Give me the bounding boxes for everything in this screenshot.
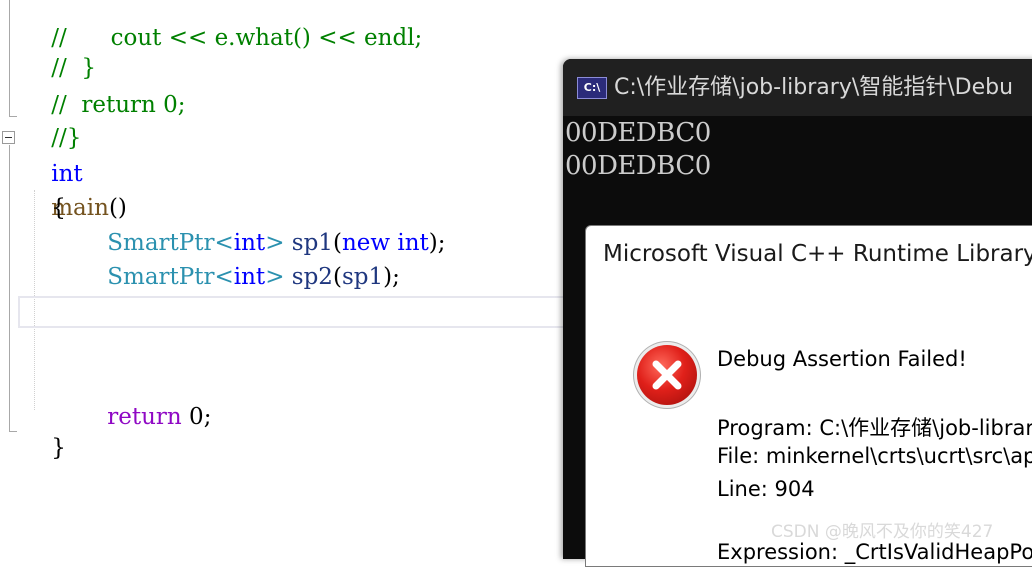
dialog-file-text: File: minkernel\crts\ucrt\src\ap: [717, 444, 1032, 468]
code-line[interactable]: //}: [22, 87, 81, 151]
code-line[interactable]: // return 0;: [22, 54, 185, 118]
keyword-token: int: [233, 264, 266, 290]
brace-token: }: [51, 435, 66, 461]
code-line[interactable]: SmartPtr<int> sp1(new int);: [78, 192, 445, 256]
code-line[interactable]: {: [22, 157, 66, 221]
punctuation-token: );: [428, 230, 446, 256]
variable-token: sp1: [341, 264, 384, 290]
punctuation-token: (: [332, 264, 342, 290]
dialog-program-text: Program: C:\作业存储\job-library: [717, 416, 1032, 440]
dialog-heading: Debug Assertion Failed!: [717, 347, 967, 371]
dialog-title: Microsoft Visual C++ Runtime Library: [603, 241, 1032, 267]
type-token: SmartPtr: [107, 264, 215, 290]
console-output-line: 00DEDBC0: [565, 151, 711, 181]
punctuation-token: );: [383, 264, 400, 290]
current-line-highlight: [18, 296, 578, 328]
code-line[interactable]: // }: [22, 17, 96, 81]
watermark-text: CSDN @晚风不及你的笑427: [771, 522, 994, 542]
punctuation-token: ;: [203, 404, 212, 430]
dialog-line-text: Line: 904: [717, 477, 815, 501]
outline-guide: [9, 0, 10, 116]
outline-guide-end: [9, 116, 17, 117]
error-icon: [637, 345, 697, 405]
comment-token: // cout << e.what() << endl;: [51, 25, 423, 51]
code-line[interactable]: int main(): [22, 123, 127, 221]
assertion-dialog[interactable]: Microsoft Visual C++ Runtime Library Deb…: [585, 225, 1032, 567]
console-title: C:\作业存储\job-library\智能指针\Debu: [614, 75, 1014, 100]
number-token: 0: [181, 404, 204, 430]
code-line[interactable]: }: [22, 397, 66, 461]
console-title-bar[interactable]: C:\ C:\作业存储\job-library\智能指针\Debu: [563, 59, 1032, 116]
keyword-token: int: [397, 230, 429, 256]
brace-token: {: [51, 195, 66, 221]
console-output-line: 00DEDBC0: [565, 118, 711, 148]
collapse-toggle-icon[interactable]: [2, 131, 15, 144]
dialog-expression-text: Expression: _CrtIsValidHeapPo: [717, 540, 1032, 564]
code-line[interactable]: return 0;: [78, 366, 211, 430]
variable-token: sp2: [291, 264, 333, 290]
console-app-icon: C:\: [577, 77, 607, 99]
outline-guide: [9, 145, 10, 432]
code-line[interactable]: SmartPtr<int> sp2(sp1);: [78, 226, 400, 290]
control-keyword-token: return: [107, 404, 182, 430]
punctuation-token: <: [214, 264, 234, 290]
outline-guide-end: [9, 431, 17, 432]
punctuation-token: >: [265, 264, 292, 290]
